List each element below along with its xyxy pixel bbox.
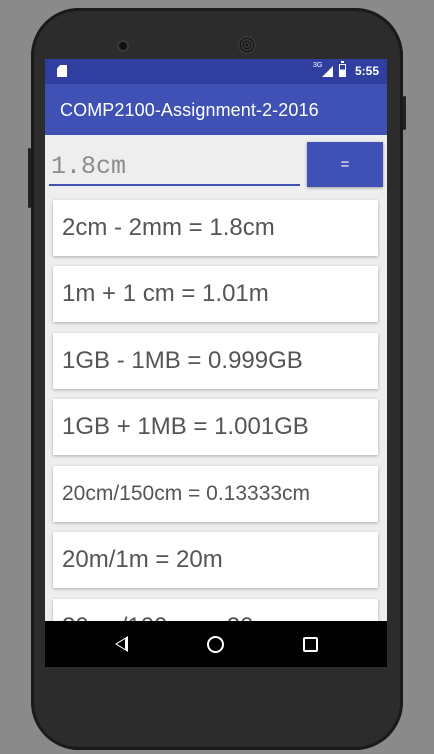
sd-card-icon [57,65,67,77]
app-title: COMP2100-Assignment-2-2016 [60,100,319,120]
back-icon[interactable] [115,636,128,652]
history-item-text: 20cm/100cm = 20cm [62,613,285,621]
history-item-text: 1GB - 1MB = 0.999GB [62,347,303,374]
volume-button[interactable] [28,148,31,208]
history-item[interactable]: 1GB - 1MB = 0.999GB [53,333,378,389]
status-bar: 3G 5:55 [45,59,387,84]
history-item[interactable]: 20m/1m = 20m [53,532,378,588]
navigation-bar [45,621,387,667]
recents-icon[interactable] [303,637,318,652]
history-item[interactable]: 2cm - 2mm = 1.8cm [53,200,378,256]
power-button[interactable] [403,96,406,130]
history-item-text: 1GB + 1MB = 1.001GB [62,413,309,440]
history-item-text: 20m/1m = 20m [62,546,223,573]
app-bar: COMP2100-Assignment-2-2016 [45,84,387,135]
input-row: = [45,135,387,191]
screen: 3G 5:55 COMP2100-Assignment-2-2016 = 2cm… [45,59,387,667]
status-clock: 5:55 [354,64,379,78]
equals-button[interactable]: = [307,142,383,187]
network-type-label: 3G [313,62,323,69]
history-list[interactable]: 2cm - 2mm = 1.8cm 1m + 1 cm = 1.01m 1GB … [45,191,387,621]
signal-icon [322,66,333,77]
history-item[interactable]: 20cm/100cm = 20cm [53,599,378,621]
history-item-text: 1m + 1 cm = 1.01m [62,280,269,307]
history-item[interactable]: 20cm/150cm = 0.13333cm [53,466,378,522]
history-item[interactable]: 1GB + 1MB = 1.001GB [53,399,378,455]
history-item-text: 20cm/150cm = 0.13333cm [62,482,311,505]
speaker-grille [238,36,256,54]
front-camera [119,42,127,50]
expression-input[interactable] [49,148,300,186]
history-item-text: 2cm - 2mm = 1.8cm [62,214,275,241]
history-item[interactable]: 1m + 1 cm = 1.01m [53,266,378,322]
battery-icon [339,61,346,77]
home-icon[interactable] [207,636,224,653]
